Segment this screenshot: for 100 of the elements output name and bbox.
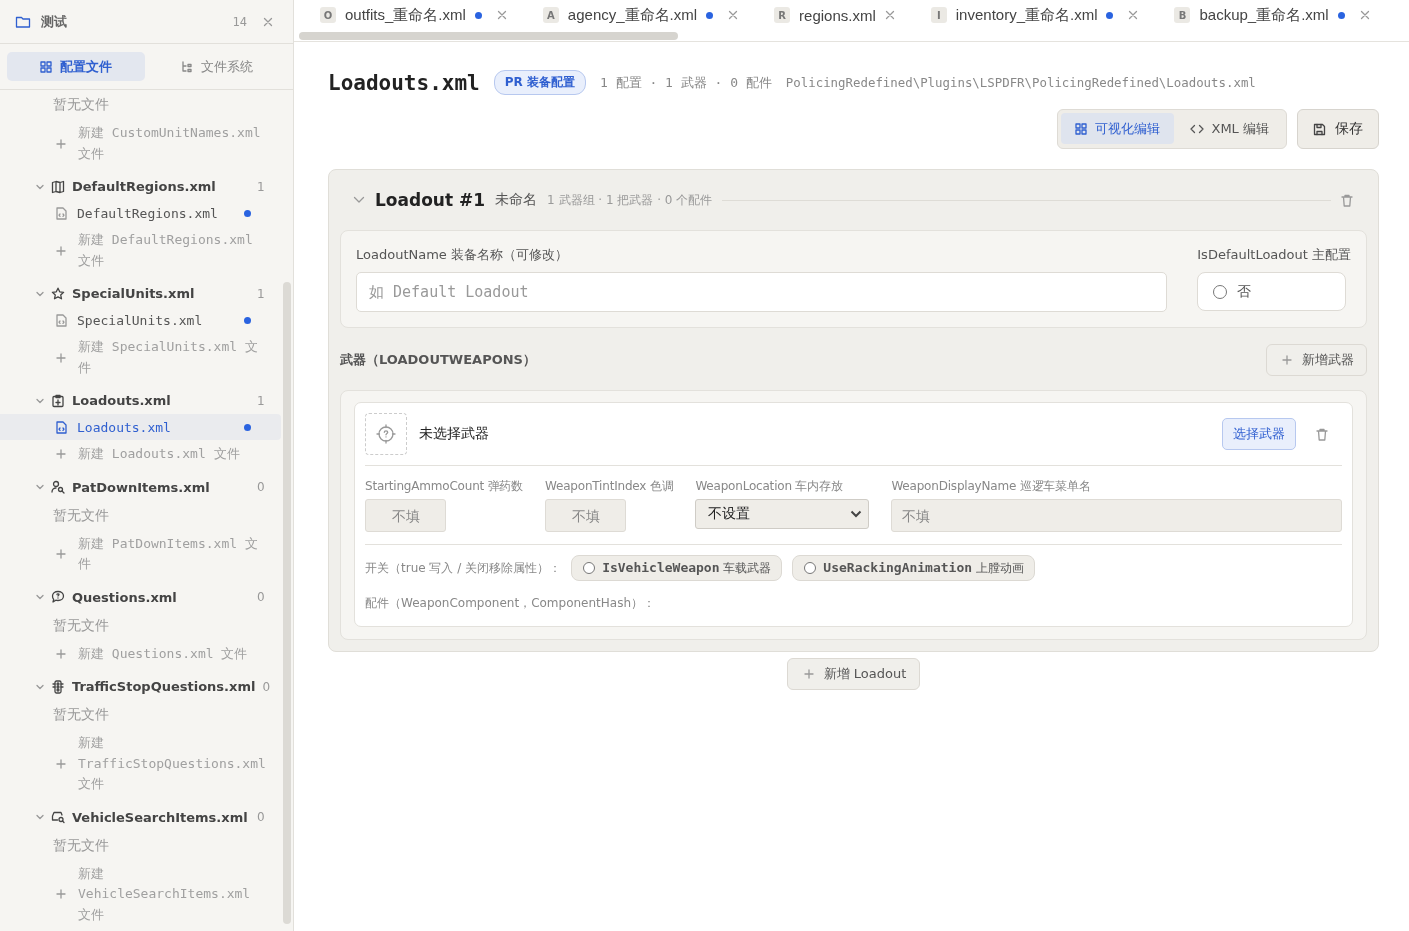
radio-icon <box>804 562 817 574</box>
chevron-icon[interactable] <box>353 196 365 204</box>
file-code-icon <box>56 206 67 220</box>
select-weapon-button[interactable]: 选择武器 <box>1222 418 1296 450</box>
file-tab[interactable]: I inventory_重命名.xml <box>930 5 1139 25</box>
empty-text: 暂无文件 <box>52 95 110 114</box>
components-label: 配件（WeaponComponent，ComponentHash）： <box>365 595 657 612</box>
group-header[interactable]: DefaultRegions.xml 1 <box>0 173 271 200</box>
plus-icon <box>803 669 814 679</box>
crosshair-question-icon <box>376 424 396 444</box>
trash-icon[interactable] <box>1341 193 1353 207</box>
item-count: 1 <box>257 286 266 301</box>
section-title: 武器（LOADOUTWEAPONS） <box>340 351 536 369</box>
close-icon <box>1359 10 1370 20</box>
field-label: WeaponDisplayName 巡逻车菜单名 <box>891 478 1092 495</box>
plus-icon <box>56 758 66 769</box>
file-path: PolicingRedefined\Plugins\LSPDFR\PolicingRedefined\Loadouts.xml <box>785 75 1256 90</box>
group-header[interactable]: TrafficStopQuestions.xml 0 <box>0 673 271 700</box>
file-code-icon <box>56 420 67 434</box>
loadout-name-field[interactable]: 如 Default Loadout <box>356 272 1168 312</box>
weapon-name: 未选择武器 <box>419 425 490 443</box>
tab-letter-badge: R <box>774 7 791 23</box>
file-tab[interactable]: O outfits_重命名.xml <box>320 5 507 25</box>
input-field[interactable]: 不填 <box>365 499 446 532</box>
plus-icon <box>1282 355 1292 365</box>
plus-icon <box>56 549 66 559</box>
map-icon <box>51 179 65 194</box>
item-count: 1 <box>257 393 266 408</box>
car-search-icon <box>51 810 65 824</box>
dropdown[interactable]: 不设置 <box>695 499 870 529</box>
field-label: StartingAmmoCount 弹药数 <box>365 478 524 495</box>
chevron-down-icon <box>850 510 863 518</box>
view-mode-button[interactable]: 可视化编辑 <box>1060 113 1174 144</box>
item-count: 1 <box>257 179 266 194</box>
loadout-title: Loadout #1 <box>375 190 486 210</box>
empty-text: 暂无文件 <box>52 705 110 724</box>
plus-icon <box>56 449 66 460</box>
input-field[interactable]: 不填 <box>891 499 1342 532</box>
badge-icon <box>51 393 65 408</box>
file-tab[interactable]: A agency_重命名.xml <box>542 5 739 25</box>
speech-bubble-icon <box>51 590 65 604</box>
save-button[interactable]: 保存 <box>1297 109 1379 149</box>
field-label: IsDefaultLoadout 主配置 <box>1197 246 1351 264</box>
toggle-chip[interactable]: UseRackingAnimation 上膛动画 <box>792 555 1035 581</box>
field-label: WeaponLocation 车内存放 <box>695 478 844 495</box>
plus-icon <box>56 352 66 363</box>
file-title: Loadouts.xml <box>328 70 480 95</box>
file-item[interactable]: Loadouts.xml <box>0 414 281 440</box>
empty-text: 暂无文件 <box>52 835 110 855</box>
empty-text: 暂无文件 <box>52 505 110 525</box>
close-icon <box>496 10 507 20</box>
tab-letter-badge: I <box>930 7 947 23</box>
file-item[interactable]: DefaultRegions.xml <box>0 200 281 226</box>
radio-icon <box>583 562 596 574</box>
plus-icon <box>56 245 66 256</box>
folder-icon <box>15 14 31 29</box>
file-code-icon <box>56 313 67 327</box>
loadout-summary: 1 武器组 · 1 把武器 · 0 个配件 <box>547 191 713 209</box>
input-field[interactable]: 不填 <box>545 499 627 532</box>
item-count: 0 <box>257 810 266 824</box>
empty-text: 暂无文件 <box>52 615 110 635</box>
switch-label: 开关（true 写入 / 关闭移除属性）： <box>365 559 562 577</box>
group-header[interactable]: Loadouts.xml 1 <box>0 387 271 414</box>
default-toggle[interactable]: 否 <box>1197 272 1347 311</box>
toggle-chip[interactable]: IsVehicleWeapon 车载武器 <box>571 555 783 581</box>
close-icon <box>728 10 739 20</box>
stats-text: 1 配置 · 1 武器 · 0 配件 <box>599 73 772 92</box>
tab-letter-badge: B <box>1174 7 1191 23</box>
tree-icon <box>181 60 194 73</box>
file-item[interactable]: SpecialUnits.xml <box>0 307 281 333</box>
add-weapon-button[interactable]: 新增武器 <box>1266 344 1367 376</box>
group-header[interactable]: SpecialUnits.xml 1 <box>0 280 271 307</box>
loadout-name: 未命名 <box>495 191 538 209</box>
group-header[interactable]: PatDownItems.xml 0 <box>0 473 271 501</box>
sidebar-tab[interactable]: 配置文件 <box>7 52 145 81</box>
plus-icon <box>56 648 66 659</box>
plus-icon <box>56 889 66 900</box>
close-icon <box>884 10 895 20</box>
traffic-light-icon <box>51 679 65 694</box>
item-count: 0 <box>257 480 266 494</box>
group-header[interactable]: Questions.xml 0 <box>0 583 271 611</box>
star-icon <box>51 286 65 301</box>
group-header[interactable]: VehicleSearchItems.xml 0 <box>0 803 271 831</box>
trash-icon[interactable] <box>1316 427 1328 441</box>
add-loadout-button[interactable]: 新增 Loadout <box>786 658 921 690</box>
code-icon <box>1189 123 1204 134</box>
file-tab[interactable]: R regions.xml <box>774 6 895 24</box>
type-badge: PR 装备配置 <box>493 70 586 95</box>
field-label: LoadoutName 装备名称（可修改） <box>356 246 569 264</box>
person-search-icon <box>51 480 65 494</box>
floppy-disk-icon <box>1313 122 1326 136</box>
field-label: WeaponTintIndex 色调 <box>545 478 674 495</box>
grid-icon <box>1074 122 1087 135</box>
view-mode-button[interactable]: XML 编辑 <box>1175 113 1283 144</box>
tab-letter-badge: O <box>320 7 336 23</box>
file-tab[interactable]: B backup_重命名.xml <box>1174 5 1370 25</box>
item-count: 0 <box>262 679 271 694</box>
file-count: 14 <box>232 14 247 29</box>
grid-icon <box>39 60 52 73</box>
close-icon <box>1128 10 1139 20</box>
